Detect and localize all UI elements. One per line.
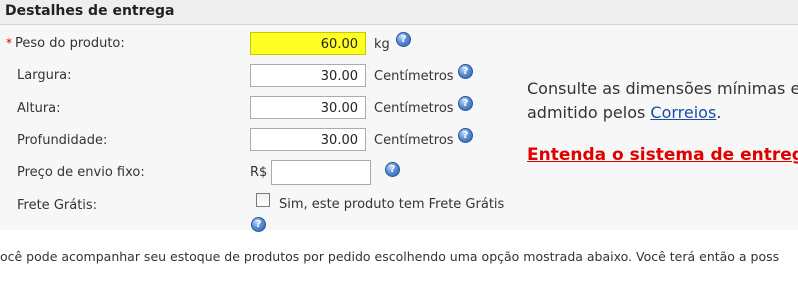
width-label: Largura: [17, 68, 72, 83]
depth-help-icon[interactable]: ? [458, 128, 473, 143]
section-header: Destalhes de entrega [0, 0, 798, 25]
weight-help-icon[interactable]: ? [396, 32, 411, 47]
free-shipping-checkbox[interactable] [256, 193, 270, 207]
depth-unit: Centímetros [374, 133, 454, 148]
fixed-shipping-input[interactable] [271, 160, 371, 185]
weight-unit: kg [374, 37, 390, 52]
width-help-icon[interactable]: ? [458, 64, 473, 79]
free-shipping-label: Frete Grátis: [17, 198, 98, 213]
section-title: Destalhes de entrega [5, 3, 175, 19]
shipping-system-link[interactable]: Entenda o sistema de entrega [527, 145, 798, 165]
currency-symbol: R$ [250, 165, 268, 180]
shipping-details-panel: * Peso do produto: 60.00 kg ? Largura: 30… [0, 25, 798, 232]
height-unit: Centímetros [374, 101, 454, 116]
weight-label: * Peso do produto: [6, 36, 125, 51]
height-input[interactable]: 30.00 [250, 96, 366, 119]
width-unit: Centímetros [374, 69, 454, 84]
height-label: Altura: [17, 101, 61, 116]
fixed-shipping-label: Preço de envio fixo: [17, 165, 145, 180]
depth-input[interactable]: 30.00 [250, 128, 366, 151]
correios-link[interactable]: Correios [650, 103, 716, 122]
stock-tracking-description: ocê pode acompanhar seu estoque de produ… [0, 249, 780, 264]
required-marker: * [6, 36, 12, 50]
width-input[interactable]: 30.00 [250, 64, 366, 87]
dimensions-info-line2: admitido pelos Correios. [527, 103, 721, 122]
free-shipping-help-icon[interactable]: ? [251, 217, 266, 232]
free-shipping-checkbox-label[interactable]: Sim, este produto tem Frete Grátis [279, 197, 504, 212]
dimensions-info-suffix: . [716, 103, 722, 122]
dimensions-info-line1: Consulte as dimensões mínimas e [527, 79, 798, 98]
weight-input[interactable]: 60.00 [250, 32, 366, 55]
height-help-icon[interactable]: ? [458, 96, 473, 111]
depth-label: Profundidade: [17, 133, 108, 148]
weight-label-text: Peso do produto: [15, 36, 125, 51]
dimensions-info-prefix: admitido pelos [527, 103, 651, 122]
fixed-shipping-help-icon[interactable]: ? [385, 162, 400, 177]
